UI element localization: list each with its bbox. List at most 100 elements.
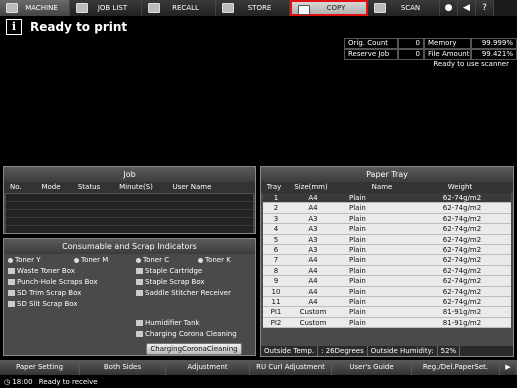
power-save-button[interactable]: ●	[440, 0, 458, 16]
scan-icon	[374, 3, 386, 13]
next-page-button[interactable]: ▶	[500, 360, 517, 375]
tray-cell-weight: 62-74g/m2	[442, 194, 482, 202]
charging-corona-indicator: Charging Corona Cleaning	[136, 330, 237, 338]
tray-row[interactable]: 4 A3 Plain 62-74g/m2	[263, 224, 511, 235]
tray-cell-name: Plain	[349, 235, 366, 244]
tray-cell-tray: 6	[273, 245, 279, 254]
tray-col-name: Name	[371, 183, 393, 191]
adjustment-button[interactable]: Adjustment	[166, 360, 250, 375]
job-list[interactable]	[6, 193, 253, 233]
tab-copy[interactable]: COPY	[290, 0, 368, 16]
ru-curl-adjustment-button[interactable]: RU Curl Adjustment	[250, 360, 332, 375]
tray-cell-name: Plain	[349, 318, 366, 327]
tray-cell-name: Plain	[349, 287, 366, 296]
outside-humidity-value: 52%	[438, 346, 461, 356]
saddle-stitcher-label: Saddle Stitcher Receiver	[145, 289, 231, 297]
tab-job-list[interactable]: JOB LIST	[70, 0, 142, 16]
outside-temp-value: : 26Degrees	[318, 346, 368, 356]
tray-row[interactable]: 5 A3 Plain 62-74g/m2	[263, 234, 511, 245]
paper-setting-button[interactable]: Paper Setting	[0, 360, 80, 375]
tray-row[interactable]: 10 A4 Plain 62-74g/m2	[263, 286, 511, 297]
punch-hole-icon	[8, 279, 15, 285]
consumables-title: Consumable and Scrap Indicators	[4, 239, 255, 254]
tray-row[interactable]: 2 A4 Plain 62-74g/m2	[263, 203, 511, 214]
tab-store[interactable]: STORE	[216, 0, 290, 16]
both-sides-button[interactable]: Both Sides	[80, 360, 166, 375]
tray-cell-size: A3	[308, 225, 318, 234]
tray-cell-name: Plain	[349, 214, 366, 223]
help-button[interactable]: ?	[476, 0, 494, 16]
sd-slit-icon	[8, 301, 15, 307]
tray-cell-tray: PI1	[270, 308, 282, 317]
waste-toner-indicator: Waste Toner Box	[8, 267, 75, 275]
reserve-job-value: 0	[398, 49, 424, 60]
scanner-status: Ready to use scanner	[433, 60, 509, 68]
job-col-no: No.	[10, 183, 22, 191]
tray-row[interactable]: PI1 Custom Plain 81-91g/m2	[263, 307, 511, 318]
tray-row[interactable]: 7 A4 Plain 62-74g/m2	[263, 255, 511, 266]
tab-recall[interactable]: RECALL	[142, 0, 216, 16]
tray-row[interactable]: 8 A4 Plain 62-74g/m2	[263, 265, 511, 277]
tray-cell-tray: 7	[273, 256, 279, 265]
tray-col-tray: Tray	[266, 183, 282, 191]
job-col-user: User Name	[172, 183, 212, 191]
charging-corona-label: Charging Corona Cleaning	[145, 330, 237, 338]
tray-col-weight: Weight	[447, 183, 473, 191]
tray-row[interactable]: 3 A3 Plain 62-74g/m2	[263, 213, 511, 225]
tab-scan-label: SCAN	[400, 4, 421, 12]
saddle-stitcher-icon	[136, 290, 143, 296]
tray-cell-size: A3	[308, 245, 318, 254]
sd-slit-indicator: SD Slit Scrap Box	[8, 300, 78, 308]
store-icon	[222, 3, 234, 13]
tray-row[interactable]: 11 A4 Plain 62-74g/m2	[263, 296, 511, 308]
toner-c-indicator: Toner C	[136, 256, 169, 264]
punch-hole-label: Punch-Hole Scraps Box	[17, 278, 98, 286]
tray-row[interactable]: 6 A3 Plain 62-74g/m2	[263, 244, 511, 256]
tab-machine-label: MACHINE	[25, 4, 58, 12]
tab-job-list-label: JOB LIST	[97, 4, 128, 12]
tray-cell-size: A4	[308, 194, 318, 202]
users-guide-button[interactable]: User's Guide	[332, 360, 412, 375]
tray-cell-name: Plain	[349, 297, 366, 306]
tray-cell-tray: 8	[273, 266, 279, 275]
tray-row[interactable]: 1 A4 Plain 62-74g/m2	[263, 193, 511, 204]
tray-cell-weight: 62-74g/m2	[442, 297, 482, 306]
staple-scrap-indicator: Staple Scrap Box	[136, 278, 205, 286]
toner-k-indicator: Toner K	[198, 256, 231, 264]
tray-row[interactable]: 9 A4 Plain 62-74g/m2	[263, 276, 511, 287]
charging-corona-cleaning-button[interactable]: ChargingCoronaCleaning	[146, 343, 242, 355]
job-panel: Job No. Mode Status Minute(S) User Name	[3, 166, 256, 234]
tray-cell-size: A3	[308, 214, 318, 223]
toner-m-label: Toner M	[81, 256, 109, 264]
tray-cell-weight: 81-91g/m2	[442, 308, 482, 317]
toner-y-indicator: Toner Y	[8, 256, 41, 264]
tray-table-header: Tray Size(mm) Name Weight	[261, 182, 513, 193]
toner-y-label: Toner Y	[15, 256, 41, 264]
orig-count-label: Orig. Count	[344, 38, 398, 49]
volume-button[interactable]: ◀	[458, 0, 476, 16]
status-line: i Ready to print	[0, 16, 517, 38]
waste-toner-icon	[8, 268, 15, 274]
staple-scrap-label: Staple Scrap Box	[145, 278, 205, 286]
tray-cell-size: Custom	[299, 308, 327, 317]
tray-cell-tray: 11	[271, 297, 281, 306]
tab-recall-label: RECALL	[172, 4, 199, 12]
job-list-icon	[76, 3, 88, 13]
file-amount-label: File Amount	[424, 49, 471, 60]
tray-cell-weight: 62-74g/m2	[442, 287, 482, 296]
job-panel-title: Job	[4, 167, 255, 182]
tray-cell-name: Plain	[349, 194, 366, 202]
consumables-panel: Consumable and Scrap Indicators Toner Y …	[3, 238, 256, 356]
info-icon: i	[6, 19, 22, 35]
staple-cartridge-label: Staple Cartridge	[145, 267, 203, 275]
humidifier-indicator: Humidifier Tank	[136, 319, 200, 327]
tab-machine[interactable]: MACHINE	[0, 0, 70, 16]
toner-k-icon	[198, 257, 203, 263]
tab-scan[interactable]: SCAN	[368, 0, 440, 16]
tray-list: 1 A4 Plain 62-74g/m2 2 A4 Plain 62-74g/m2 3 A3 Pla…	[261, 193, 513, 329]
job-table-header: No. Mode Status Minute(S) User Name	[4, 182, 255, 193]
top-tab-bar: MACHINE JOB LIST RECALL STORE COPY SCAN …	[0, 0, 517, 16]
tray-row[interactable]: PI2 Custom Plain 81-91g/m2	[263, 317, 511, 329]
environment-bar: Outside Temp. : 26Degrees Outside Humidi…	[261, 346, 513, 356]
reg-del-paperset-button[interactable]: Reg./Del.PaperSet.	[412, 360, 500, 375]
